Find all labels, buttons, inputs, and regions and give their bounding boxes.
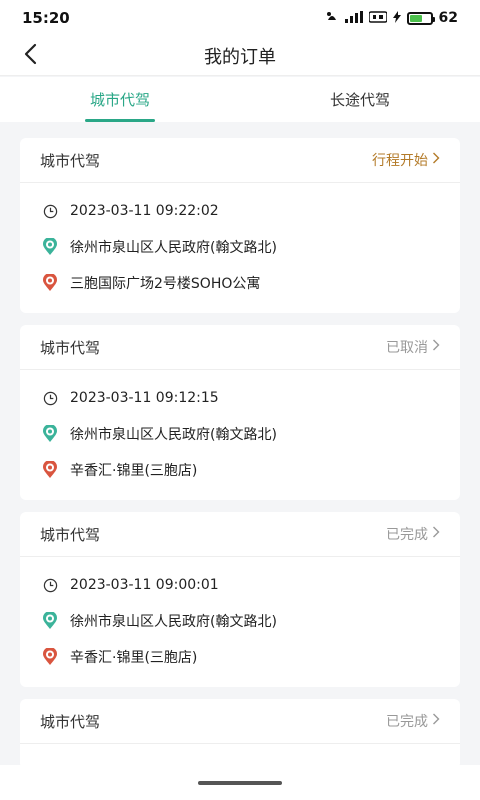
battery-level xyxy=(409,14,422,22)
order-end-row: 辛香汇·锦里(三胞店) xyxy=(42,639,440,675)
order-start-location: 徐州市泉山区人民政府(翰文路北) xyxy=(70,427,277,443)
order-status-text: 已完成 xyxy=(386,714,428,730)
chevron-right-icon xyxy=(432,713,440,729)
tab-bar: 城市代驾 长途代驾 xyxy=(0,77,480,122)
order-time-row: 2023-03-11 09:12:15 xyxy=(42,380,440,416)
order-status-text: 已完成 xyxy=(386,527,428,543)
order-start-row: 徐州市泉山区人民政府(翰文路北) xyxy=(42,229,440,265)
order-status[interactable]: 已取消 xyxy=(386,337,440,357)
start-pin-icon xyxy=(42,425,58,442)
home-indicator[interactable] xyxy=(198,780,282,785)
order-card-header: 城市代驾 已完成 xyxy=(20,699,460,744)
chevron-right-icon xyxy=(432,526,440,542)
tab-label: 城市代驾 xyxy=(89,91,150,109)
signal-icon xyxy=(344,10,363,26)
end-pin-icon xyxy=(42,274,58,291)
order-card-body: 2023-03-11 09:12:15 徐州市泉山区人民政府(翰文路北) 辛香汇… xyxy=(20,370,460,500)
order-list: 城市代驾 行程开始 2023-03-11 09:22:02 徐州市泉山区人民政府… xyxy=(20,138,460,781)
order-card-body: 2023-03-11 09:22:02 徐州市泉山区人民政府(翰文路北) 三胞国… xyxy=(20,183,460,313)
status-icons: 62 xyxy=(325,10,458,27)
tab-long-distance-driving[interactable]: 长途代驾 xyxy=(240,77,480,122)
chevron-left-icon xyxy=(23,43,37,69)
order-card-header: 城市代驾 行程开始 xyxy=(20,138,460,183)
order-type: 城市代驾 xyxy=(40,151,101,170)
order-type: 城市代驾 xyxy=(40,338,101,357)
battery-icon xyxy=(406,11,435,25)
tab-city-driving[interactable]: 城市代驾 xyxy=(0,77,240,122)
clock-icon xyxy=(42,577,58,593)
order-time: 2023-03-11 09:22:02 xyxy=(70,203,219,219)
end-pin-icon xyxy=(42,461,58,478)
order-time-row: 2023-03-11 09:00:01 xyxy=(42,567,440,603)
hd-icon xyxy=(367,10,388,26)
order-type: 城市代驾 xyxy=(40,712,101,731)
order-end-location: 辛香汇·锦里(三胞店) xyxy=(70,463,198,479)
order-end-location: 辛香汇·锦里(三胞店) xyxy=(70,650,198,666)
order-end-row: 辛香汇·锦里(三胞店) xyxy=(42,452,440,488)
order-card-header: 城市代驾 已完成 xyxy=(20,512,460,557)
order-status[interactable]: 行程开始 xyxy=(372,150,440,170)
chevron-right-icon xyxy=(432,339,440,355)
order-card[interactable]: 城市代驾 已完成 xyxy=(20,699,460,769)
end-pin-icon xyxy=(42,648,58,665)
charging-icon xyxy=(392,10,401,26)
battery-percent: 62 xyxy=(438,10,458,26)
status-bar: 15:20 62 xyxy=(0,0,480,36)
order-card[interactable]: 城市代驾 已取消 2023-03-11 09:12:15 徐州市泉山区人民政府(… xyxy=(20,325,460,500)
order-start-row: 徐州市泉山区人民政府(翰文路北) xyxy=(42,603,440,639)
clock-icon xyxy=(42,390,58,406)
status-time: 15:20 xyxy=(22,9,70,27)
order-start-location: 徐州市泉山区人民政府(翰文路北) xyxy=(70,614,277,630)
order-type: 城市代驾 xyxy=(40,525,101,544)
order-status[interactable]: 已完成 xyxy=(386,711,440,731)
nav-bar: 我的订单 xyxy=(0,36,480,76)
order-time: 2023-03-11 09:00:01 xyxy=(70,577,219,593)
start-pin-icon xyxy=(42,612,58,629)
bottom-gesture-bar xyxy=(0,765,480,800)
clock-icon xyxy=(42,203,58,219)
order-time-row: 2023-03-11 09:22:02 xyxy=(42,193,440,229)
tab-label: 长途代驾 xyxy=(329,91,390,109)
page-title: 我的订单 xyxy=(204,46,276,68)
chevron-right-icon xyxy=(432,152,440,168)
order-status-text: 已取消 xyxy=(386,340,428,356)
start-pin-icon xyxy=(42,238,58,255)
order-end-location: 三胞国际广场2号楼SOHO公寓 xyxy=(70,276,261,292)
back-button[interactable] xyxy=(16,42,44,70)
order-end-row: 三胞国际广场2号楼SOHO公寓 xyxy=(42,265,440,301)
order-card-body: 2023-03-11 09:00:01 徐州市泉山区人民政府(翰文路北) 辛香汇… xyxy=(20,557,460,687)
order-card[interactable]: 城市代驾 行程开始 2023-03-11 09:22:02 徐州市泉山区人民政府… xyxy=(20,138,460,313)
order-start-row: 徐州市泉山区人民政府(翰文路北) xyxy=(42,416,440,452)
order-status-text: 行程开始 xyxy=(372,153,428,169)
order-status[interactable]: 已完成 xyxy=(386,524,440,544)
alarm-icon xyxy=(325,10,339,27)
order-start-location: 徐州市泉山区人民政府(翰文路北) xyxy=(70,240,277,256)
order-time: 2023-03-11 09:12:15 xyxy=(70,390,219,406)
order-card-header: 城市代驾 已取消 xyxy=(20,325,460,370)
order-card[interactable]: 城市代驾 已完成 2023-03-11 09:00:01 徐州市泉山区人民政府(… xyxy=(20,512,460,687)
tab-active-indicator xyxy=(85,119,155,122)
